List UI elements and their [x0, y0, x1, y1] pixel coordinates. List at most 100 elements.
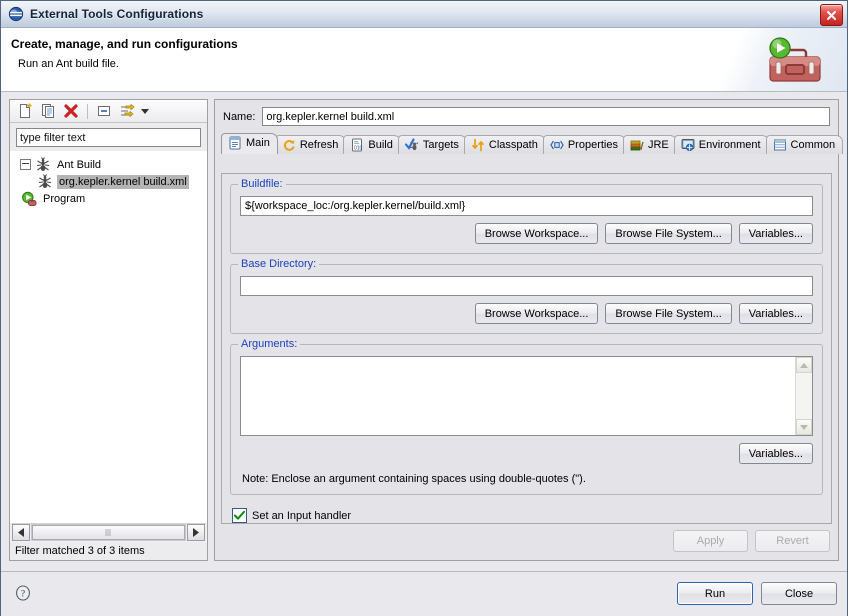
- configurations-toolbar: [10, 100, 207, 123]
- buildfile-browse-file-system-button[interactable]: Browse File System...: [605, 223, 732, 244]
- footer-button-row: Run Close: [677, 582, 837, 605]
- delete-configuration-button[interactable]: [60, 101, 82, 122]
- input-handler-row[interactable]: Set an Input handler: [232, 508, 831, 523]
- common-table-icon: [773, 138, 787, 152]
- scrollbar-track[interactable]: [31, 524, 186, 541]
- tab-label: Environment: [698, 139, 761, 151]
- scroll-left-arrow-icon[interactable]: [12, 524, 30, 541]
- tab-label: Refresh: [299, 139, 339, 151]
- chevron-down-icon[interactable]: [139, 102, 151, 121]
- buildfile-variables-button[interactable]: Variables...: [738, 223, 813, 244]
- arguments-variables-button[interactable]: Variables...: [738, 443, 813, 464]
- environment-icon: [681, 138, 695, 152]
- run-button[interactable]: Run: [677, 582, 753, 605]
- filter-arrows-icon: [121, 103, 135, 118]
- tree-item-ant-build[interactable]: Ant Build: [10, 156, 207, 173]
- scroll-up-arrow-icon[interactable]: [796, 357, 812, 373]
- tab-build[interactable]: 010 Build: [343, 135, 401, 154]
- name-input[interactable]: [262, 107, 830, 126]
- arguments-note: Note: Enclose an argument containing spa…: [242, 473, 586, 485]
- dialog-footer: ? Run Close: [1, 571, 847, 616]
- header-subtitle: Run an Ant build file.: [18, 58, 119, 70]
- tab-label: Build: [368, 139, 393, 151]
- scrollbar-thumb[interactable]: [32, 525, 185, 540]
- base-directory-variables-button[interactable]: Variables...: [738, 303, 813, 324]
- svg-text:?: ?: [21, 590, 25, 600]
- properties-icon: [550, 138, 564, 152]
- base-directory-browse-file-system-button[interactable]: Browse File System...: [605, 303, 732, 324]
- buildfile-button-row: Browse Workspace... Browse File System..…: [240, 223, 813, 244]
- dialog-body: Ant Build org.kepler.kernel build.xml: [1, 92, 847, 571]
- copy-pages-icon: [42, 104, 54, 118]
- configurations-panel: Ant Build org.kepler.kernel build.xml: [9, 99, 208, 561]
- tab-label: JRE: [647, 139, 669, 151]
- configurations-tree[interactable]: Ant Build org.kepler.kernel build.xml Pr…: [10, 151, 207, 523]
- checkmark-icon: [234, 511, 245, 520]
- tab-properties[interactable]: Properties: [542, 135, 626, 154]
- close-button[interactable]: Close: [761, 582, 837, 605]
- header-title: Create, manage, and run configurations: [11, 37, 238, 51]
- arguments-textarea[interactable]: [241, 357, 795, 435]
- svg-text:010: 010: [354, 146, 363, 152]
- tree-item-label: Program: [43, 192, 86, 205]
- tab-classpath[interactable]: Classpath: [463, 135, 546, 154]
- tree-item-program[interactable]: Program: [10, 190, 207, 207]
- apply-revert-row: Apply Revert: [673, 530, 830, 552]
- tree-horizontal-scrollbar[interactable]: [11, 523, 206, 541]
- duplicate-configuration-button[interactable]: [37, 101, 59, 122]
- ant-icon: [37, 173, 53, 190]
- window-title: External Tools Configurations: [30, 7, 204, 21]
- input-handler-checkbox[interactable]: [232, 508, 247, 523]
- arguments-group: Arguments: Variables... Note: Enclose an…: [230, 338, 823, 495]
- filter-input[interactable]: [16, 128, 201, 147]
- collapse-all-button[interactable]: [93, 101, 115, 122]
- new-document-icon: [20, 103, 32, 118]
- ant-icon: [35, 156, 51, 173]
- base-directory-button-row: Browse Workspace... Browse File System..…: [240, 303, 813, 324]
- close-window-button[interactable]: [820, 4, 843, 26]
- name-label: Name:: [223, 110, 256, 123]
- help-question-icon[interactable]: ?: [15, 585, 31, 601]
- refresh-arrows-icon: [282, 138, 296, 152]
- tab-common[interactable]: Common: [765, 135, 844, 154]
- filter-status-text: Filter matched 3 of 3 items: [10, 542, 207, 560]
- tab-main[interactable]: Main: [221, 133, 278, 154]
- buildfile-browse-workspace-button[interactable]: Browse Workspace...: [474, 223, 599, 244]
- arguments-textarea-wrapper: [240, 356, 813, 436]
- base-directory-legend: Base Directory:: [238, 258, 320, 270]
- buildfile-legend: Buildfile:: [238, 178, 286, 190]
- main-document-icon: [228, 136, 242, 150]
- scrollbar-grip-icon: [105, 529, 111, 536]
- jre-books-icon: [630, 138, 644, 152]
- tab-refresh[interactable]: Refresh: [274, 135, 347, 154]
- filter-field-wrapper: [10, 123, 207, 151]
- eclipse-globe-icon: [8, 6, 24, 22]
- collapse-toggle-icon[interactable]: [20, 159, 31, 170]
- revert-button[interactable]: Revert: [755, 530, 830, 552]
- tree-item-build-xml[interactable]: org.kepler.kernel build.xml: [10, 173, 207, 190]
- toolbox-with-run-icon: [758, 36, 830, 88]
- scroll-right-arrow-icon[interactable]: [187, 524, 205, 541]
- tab-label: Properties: [567, 139, 618, 151]
- title-bar: External Tools Configurations: [1, 1, 847, 28]
- base-directory-browse-workspace-button[interactable]: Browse Workspace...: [474, 303, 599, 324]
- red-x-icon: [64, 104, 78, 118]
- new-configuration-button[interactable]: [14, 101, 36, 122]
- arguments-vertical-scrollbar[interactable]: [795, 357, 812, 435]
- tab-jre[interactable]: JRE: [622, 135, 677, 154]
- tab-environment[interactable]: Environment: [673, 135, 769, 154]
- tab-targets[interactable]: Targets: [397, 135, 467, 154]
- dialog-header: Create, manage, and run configurations R…: [1, 28, 847, 92]
- tree-item-label: Ant Build: [57, 158, 102, 171]
- scroll-down-arrow-icon[interactable]: [796, 419, 812, 435]
- arguments-legend: Arguments:: [238, 338, 301, 350]
- filter-configurations-button[interactable]: [116, 101, 138, 122]
- name-row: Name:: [215, 100, 838, 126]
- collapse-all-icon: [98, 106, 110, 116]
- input-handler-label: Set an Input handler: [252, 509, 352, 522]
- base-directory-input[interactable]: [240, 276, 813, 296]
- apply-button[interactable]: Apply: [673, 530, 748, 552]
- program-run-icon: [21, 191, 37, 207]
- close-icon: [826, 10, 837, 20]
- buildfile-input[interactable]: [240, 196, 813, 216]
